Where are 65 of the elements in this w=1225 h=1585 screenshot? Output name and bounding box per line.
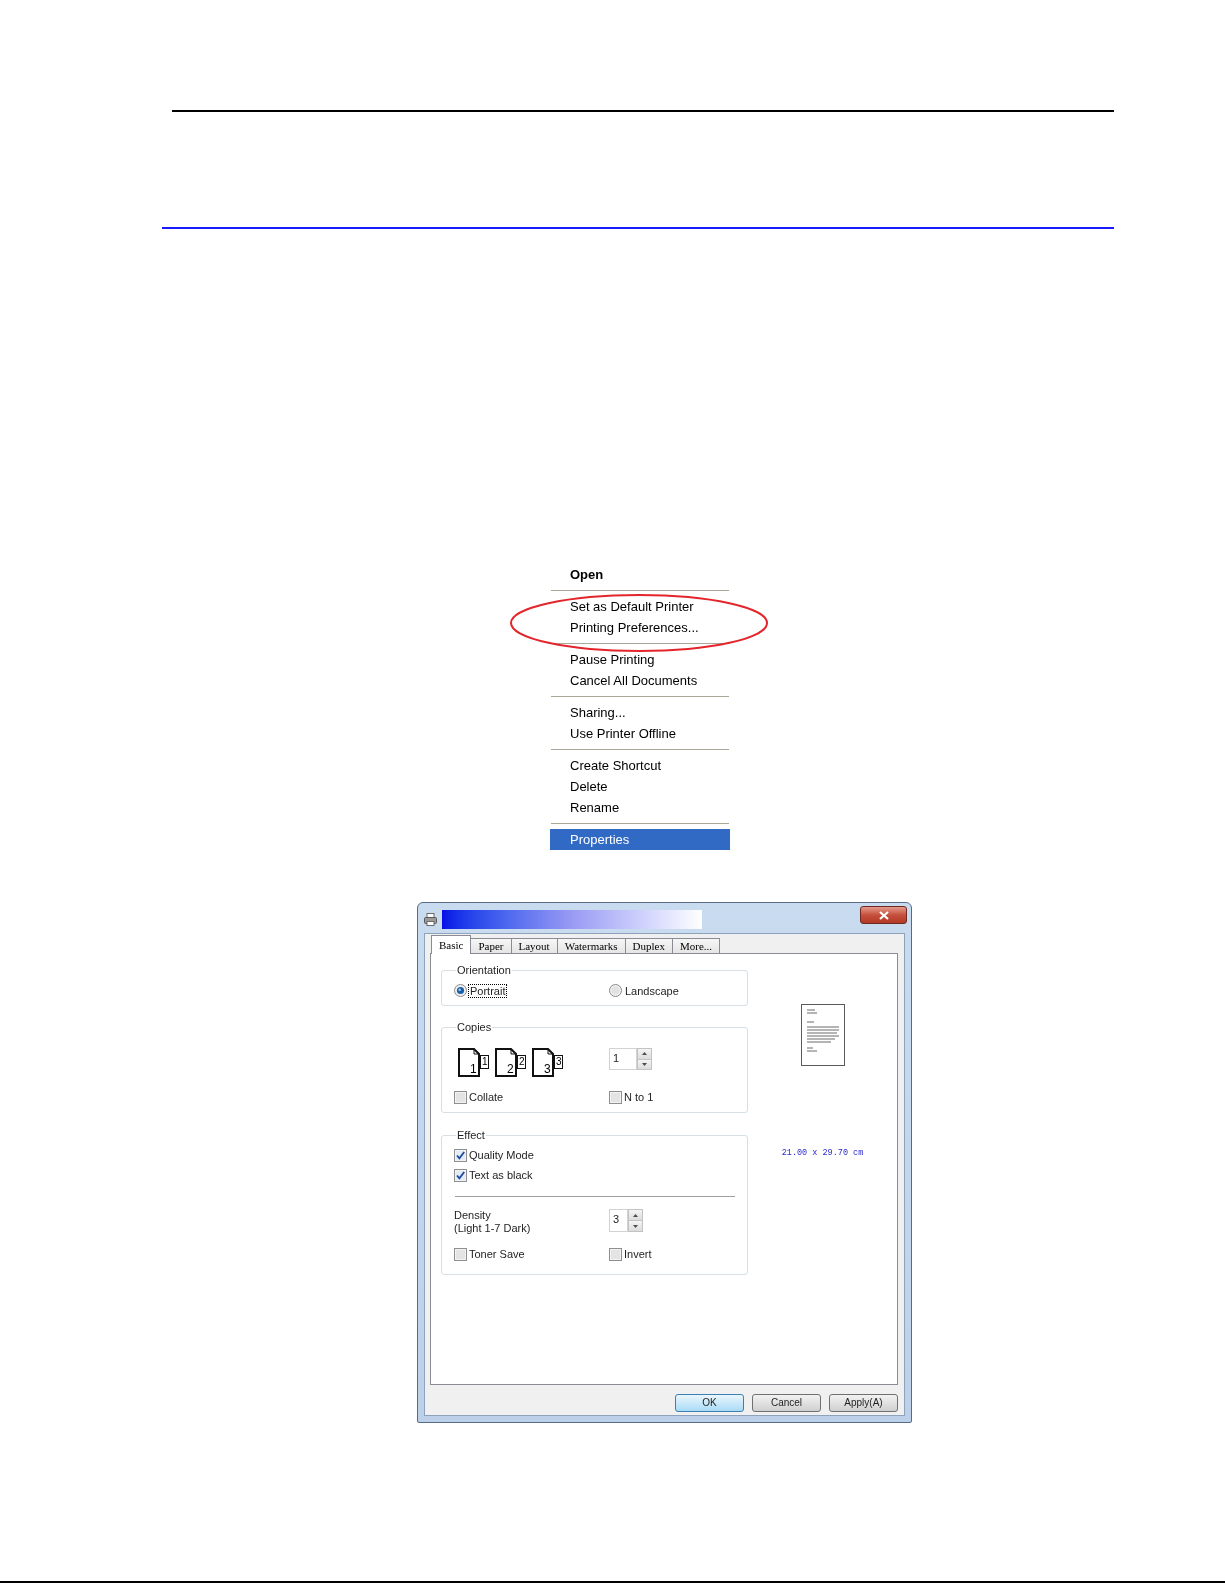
menu-item[interactable]: Properties [550, 829, 730, 850]
pages-icon [495, 1046, 526, 1077]
checkbox-label[interactable]: Text as black [469, 1169, 533, 1182]
checkbox-label[interactable]: N to 1 [624, 1091, 654, 1104]
caret-up-icon [642, 1052, 647, 1056]
page-number: 1 [470, 1063, 477, 1075]
menu-item[interactable]: Use Printer Offline [550, 723, 730, 744]
spin-up-button[interactable] [628, 1209, 643, 1221]
spin-down-button[interactable] [628, 1221, 643, 1232]
tab[interactable]: Paper [470, 938, 512, 954]
caret-up-icon [633, 1213, 638, 1217]
checkbox-label[interactable]: Toner Save [469, 1248, 525, 1261]
tab[interactable]: Duplex [624, 938, 673, 954]
page-thumbnail-icon [800, 1004, 845, 1066]
checkbox[interactable] [454, 1091, 467, 1104]
number-field[interactable]: 3 [609, 1209, 628, 1232]
number-field[interactable]: 1 [609, 1048, 637, 1070]
menu-item[interactable]: Printing Preferences... [550, 617, 730, 638]
menu-item[interactable]: Pause Printing [550, 649, 730, 670]
page-number: 1 [482, 1056, 488, 1067]
checkbox[interactable] [609, 1248, 622, 1261]
page-number: 2 [519, 1056, 525, 1067]
menu-item[interactable]: Set as Default Printer [550, 596, 730, 617]
spin-down-button[interactable] [637, 1059, 652, 1070]
checkbox[interactable] [454, 1169, 467, 1182]
tab[interactable]: More... [671, 938, 720, 954]
page-number: 3 [544, 1063, 551, 1075]
tab[interactable]: Layout [510, 938, 558, 954]
group-label: Orientation [456, 964, 512, 977]
pages-icon [532, 1046, 563, 1077]
menu-item[interactable]: Delete [550, 776, 730, 797]
caret-down-icon [633, 1224, 638, 1228]
checkbox[interactable] [454, 1248, 467, 1261]
checkbox-label[interactable]: Quality Mode [469, 1149, 534, 1162]
radio-label[interactable]: Portrait [468, 983, 508, 998]
menu-item[interactable]: Create Shortcut [550, 755, 730, 776]
checkbox-label[interactable]: Collate [469, 1091, 504, 1104]
menu-item[interactable]: Rename [550, 797, 730, 818]
close-icon [878, 910, 889, 920]
dialog-button[interactable]: OK [675, 1394, 744, 1412]
radio-button[interactable] [454, 984, 467, 997]
menu-item[interactable]: Sharing... [550, 702, 730, 723]
checkbox[interactable] [609, 1091, 622, 1104]
density-label: Density [454, 1209, 491, 1222]
menu-item[interactable]: Cancel All Documents [550, 670, 730, 691]
dialog-button[interactable]: Cancel [752, 1394, 821, 1412]
tab[interactable]: Basic [431, 935, 472, 954]
group-label: Copies [456, 1021, 493, 1034]
checkbox-label[interactable]: Invert [624, 1248, 652, 1261]
radio-label[interactable]: Landscape [623, 983, 681, 998]
tab[interactable]: Watermarks [556, 938, 626, 954]
printer-icon [424, 913, 437, 926]
page-number: 2 [507, 1063, 514, 1075]
close-button[interactable] [860, 906, 907, 924]
pages-icon [458, 1046, 489, 1077]
paper-size-label: 21.00 x 29.70 cm [781, 1148, 864, 1158]
checkbox[interactable] [454, 1149, 467, 1162]
density-hint: (Light 1-7 Dark) [454, 1222, 531, 1235]
radio-button[interactable] [609, 984, 622, 997]
spin-up-button[interactable] [637, 1048, 652, 1060]
menu-item[interactable]: Open [550, 564, 730, 585]
group-label: Effect [456, 1129, 486, 1142]
page-number: 3 [556, 1056, 562, 1067]
caret-down-icon [642, 1062, 647, 1066]
dialog-button[interactable]: Apply(A) [829, 1394, 898, 1412]
